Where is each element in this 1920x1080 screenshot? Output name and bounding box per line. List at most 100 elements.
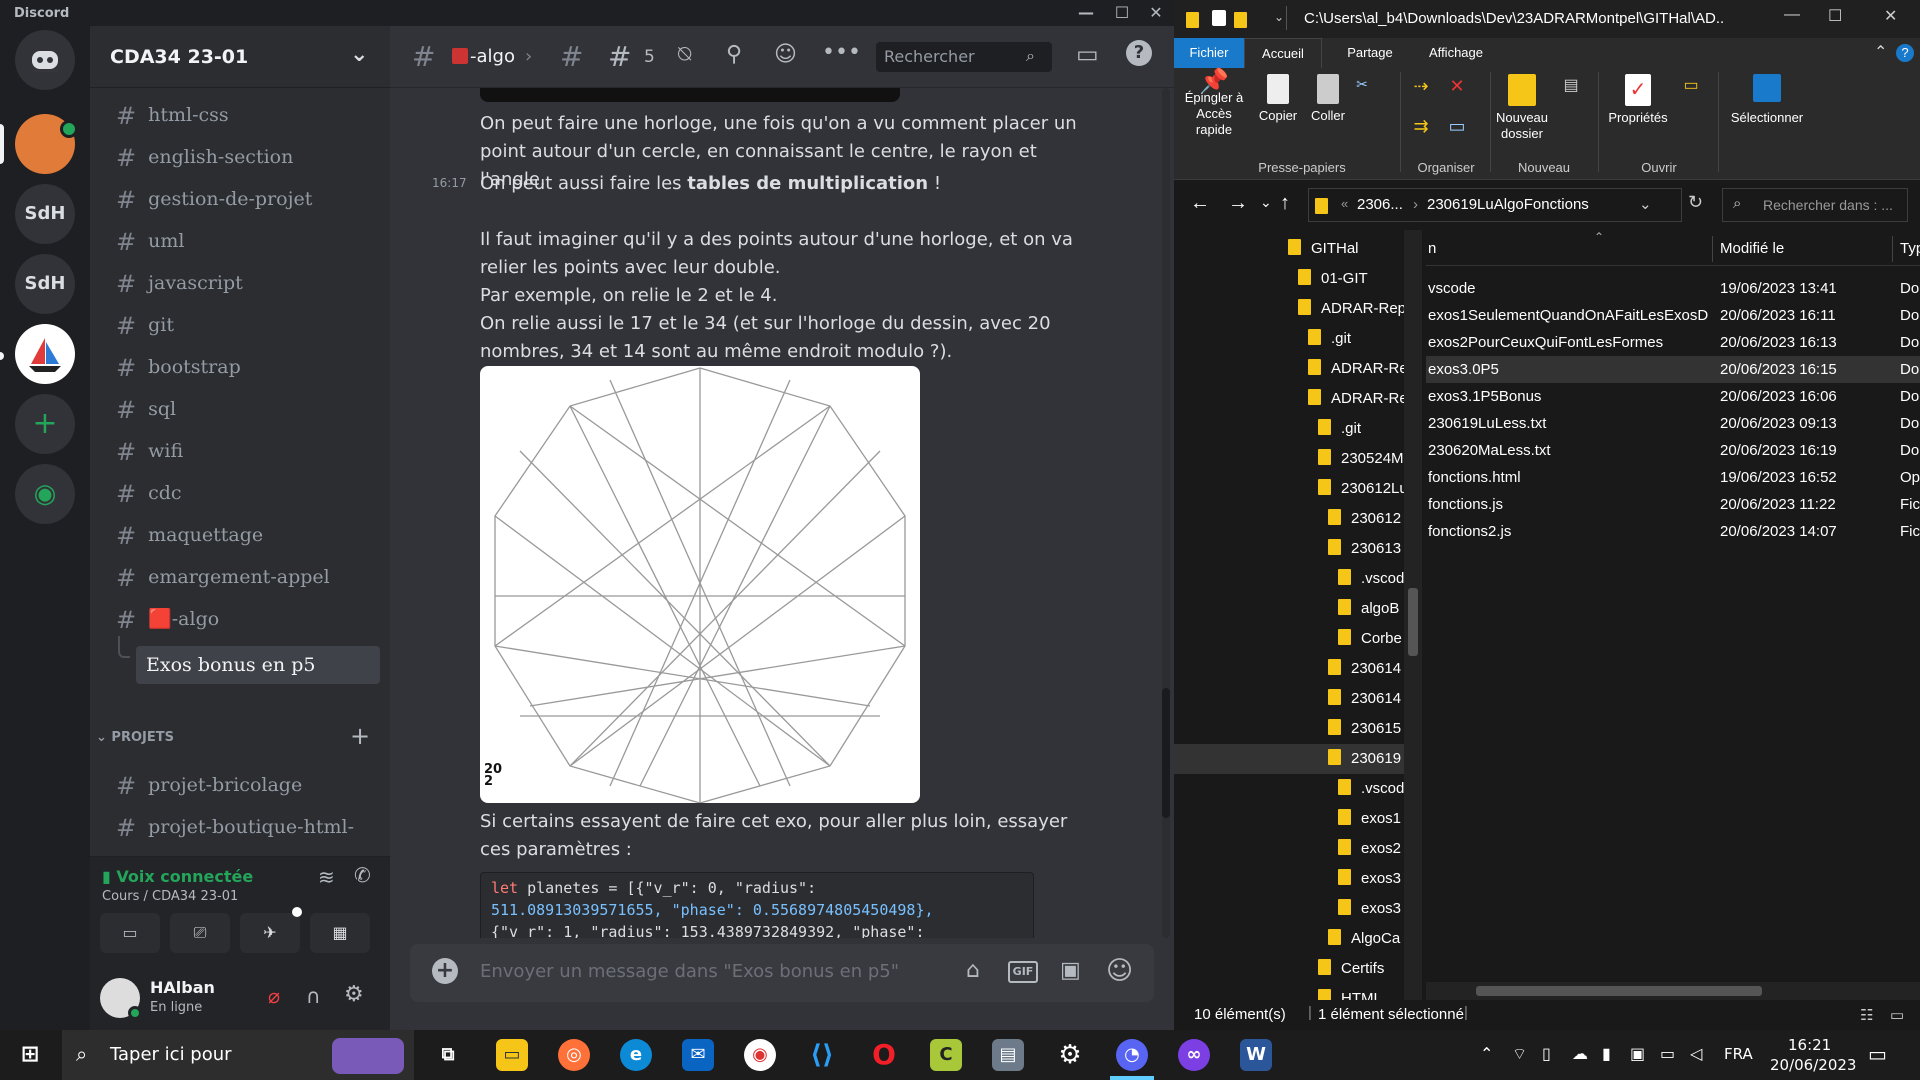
file-row[interactable]: 230620MaLess.txt 20/06/2023 16:19 Do bbox=[1426, 437, 1920, 464]
discord-home-icon[interactable] bbox=[15, 30, 75, 90]
channel-cdc[interactable]: # cdc bbox=[100, 474, 380, 512]
tree-node[interactable]: .vscod bbox=[1338, 564, 1404, 594]
notifications-icon[interactable]: ▭ bbox=[1868, 1042, 1887, 1066]
channel-uml[interactable]: # uml bbox=[100, 222, 380, 260]
tree-node[interactable]: .git bbox=[1308, 324, 1351, 354]
tray-icon[interactable]: ▯ bbox=[1542, 1044, 1551, 1063]
more-options-icon[interactable]: ••• bbox=[822, 40, 861, 65]
paste-button[interactable]: Coller bbox=[1304, 74, 1352, 124]
new-folder-button[interactable]: Nouveau dossier bbox=[1492, 74, 1552, 142]
emoji-icon[interactable]: ☺ bbox=[1106, 956, 1133, 986]
tree-node[interactable]: .vscod bbox=[1338, 774, 1404, 804]
microphone-icon[interactable]: ▮ bbox=[1602, 1044, 1611, 1063]
tab-affichage[interactable]: Affichage bbox=[1410, 38, 1502, 68]
tree-node[interactable]: exos1 bbox=[1338, 804, 1401, 834]
channel-english-section[interactable]: # english-section bbox=[100, 138, 380, 176]
firefox-icon[interactable]: ◎ bbox=[558, 1039, 590, 1071]
message-input[interactable]: Envoyer un message dans "Exos bonus en p… bbox=[480, 961, 899, 982]
edge-icon[interactable]: e bbox=[620, 1039, 652, 1071]
recent-locations-icon[interactable]: ⌄ bbox=[1260, 194, 1272, 211]
scrollbar-thumb[interactable] bbox=[1162, 688, 1170, 818]
channel-gestion-de-projet[interactable]: # gestion-de-projet bbox=[100, 180, 380, 218]
app-icon[interactable]: ∞ bbox=[1178, 1039, 1210, 1071]
threads-icon[interactable]: # bbox=[608, 40, 631, 73]
address-dropdown-icon[interactable]: ⌄ bbox=[1639, 195, 1652, 213]
properties-button[interactable]: ✓ Propriétés bbox=[1602, 74, 1674, 126]
volume-icon[interactable]: ◁ bbox=[1690, 1044, 1702, 1063]
tree-node[interactable]: 230524M bbox=[1318, 444, 1404, 474]
members-icon[interactable]: ☺ bbox=[774, 42, 797, 67]
tree-node[interactable]: algoB bbox=[1338, 594, 1399, 624]
activity-rocket-icon[interactable]: ✈ bbox=[240, 913, 300, 953]
display-icon[interactable]: ▣ bbox=[1630, 1044, 1645, 1063]
headphones-icon[interactable]: ∩ bbox=[306, 984, 321, 1008]
column-type[interactable]: Typ bbox=[1900, 240, 1920, 257]
server-sdh-1[interactable]: SdH bbox=[15, 184, 75, 244]
thread-exos-bonus[interactable]: Exos bonus en p5 bbox=[136, 646, 380, 684]
channel-javascript[interactable]: # javascript bbox=[100, 264, 380, 302]
select-button[interactable]: Sélectionner bbox=[1724, 74, 1810, 126]
new-folder-small-icon[interactable] bbox=[1234, 12, 1247, 28]
windows-start-icon[interactable]: ⊞ bbox=[14, 1039, 46, 1071]
tree-node[interactable]: HTML bbox=[1318, 984, 1382, 1000]
wifi-icon[interactable]: ⌔ bbox=[1512, 1044, 1527, 1064]
channel-html-css[interactable]: # html-css bbox=[100, 96, 380, 134]
tree-node[interactable]: 230614 bbox=[1328, 654, 1401, 684]
new-item-icon[interactable]: ▤ bbox=[1556, 78, 1586, 94]
address-bar[interactable]: « 2306... › 230619LuAlgoFonctions ⌄ bbox=[1308, 188, 1682, 222]
word-icon[interactable]: W bbox=[1240, 1039, 1272, 1071]
screen-share-icon[interactable]: ⎚ bbox=[170, 913, 230, 953]
collapse-ribbon-icon[interactable]: ⌃ bbox=[1874, 42, 1887, 62]
close-icon[interactable]: ✕ bbox=[1884, 6, 1897, 26]
rename-icon[interactable]: ▭ bbox=[1442, 117, 1472, 135]
battery-icon[interactable]: ▭ bbox=[1660, 1044, 1675, 1063]
help-icon[interactable]: ? bbox=[1126, 40, 1152, 66]
soundboard-icon[interactable]: ▦ bbox=[310, 913, 370, 953]
tree-node[interactable]: 230615 bbox=[1328, 714, 1401, 744]
refresh-icon[interactable]: ↻ bbox=[1688, 192, 1703, 213]
file-row[interactable]: fonctions.js 20/06/2023 11:22 Fic bbox=[1426, 491, 1920, 518]
add-channel-icon[interactable]: + bbox=[350, 722, 370, 750]
minimize-icon[interactable]: — bbox=[1072, 2, 1100, 24]
message-composer[interactable]: + Envoyer un message dans "Exos bonus en… bbox=[410, 944, 1154, 1002]
maximize-icon[interactable]: ☐ bbox=[1108, 2, 1136, 24]
file-row-selected[interactable]: exos3.0P5 20/06/2023 16:15 Do bbox=[1426, 356, 1920, 383]
channel-wifi[interactable]: # wifi bbox=[100, 432, 380, 470]
file-row[interactable]: fonctions.html 19/06/2023 16:52 Op bbox=[1426, 464, 1920, 491]
cloud-icon[interactable]: ☁ bbox=[1572, 1044, 1588, 1063]
channel-bootstrap[interactable]: # bootstrap bbox=[100, 348, 380, 386]
channel-maquettage[interactable]: # maquettage bbox=[100, 516, 380, 554]
column-modified[interactable]: Modifié le bbox=[1720, 240, 1784, 257]
server-sailboat-icon[interactable] bbox=[15, 324, 75, 384]
add-server-icon[interactable]: + bbox=[15, 394, 75, 454]
tab-accueil[interactable]: Accueil bbox=[1244, 38, 1322, 68]
file-row[interactable]: 230619LuLess.txt 20/06/2023 09:13 Do bbox=[1426, 410, 1920, 437]
server-sdh-2[interactable]: SdH bbox=[15, 254, 75, 314]
close-icon[interactable]: ✕ bbox=[1142, 2, 1170, 24]
chevron-down-icon[interactable]: ⌄ bbox=[350, 42, 368, 67]
search-input[interactable]: Rechercher ⌕ bbox=[876, 42, 1052, 72]
delete-icon[interactable]: ✕ bbox=[1442, 77, 1472, 95]
taskbar-search-input[interactable]: ⌕ Taper ici pour bbox=[62, 1030, 414, 1080]
file-explorer-icon[interactable]: ▭ bbox=[496, 1039, 528, 1071]
gear-icon[interactable]: ⚙ bbox=[344, 982, 364, 1007]
tree-scrollbar-thumb[interactable] bbox=[1408, 588, 1418, 656]
breadcrumb-segment[interactable]: 2306... bbox=[1357, 196, 1403, 213]
opera-icon[interactable]: O bbox=[868, 1039, 900, 1071]
tree-node[interactable]: 230612Lu bbox=[1318, 474, 1408, 504]
tree-node[interactable]: AlgoCa bbox=[1328, 924, 1400, 954]
tree-node[interactable]: Certifs bbox=[1318, 954, 1384, 984]
mail-icon[interactable]: ✉ bbox=[682, 1039, 714, 1071]
gift-icon[interactable]: ⌂ bbox=[966, 958, 980, 983]
file-row[interactable]: exos3.1P5Bonus 20/06/2023 16:06 Do bbox=[1426, 383, 1920, 410]
settings-gear-icon[interactable]: ⚙ bbox=[1054, 1039, 1086, 1071]
add-attachment-icon[interactable]: + bbox=[432, 958, 458, 984]
copy-to-icon[interactable]: ⇉ bbox=[1406, 117, 1436, 135]
tree-node[interactable]: 230613 bbox=[1328, 534, 1401, 564]
tray-overflow-icon[interactable]: ⌃ bbox=[1480, 1044, 1493, 1063]
tree-node[interactable]: Corbe bbox=[1338, 624, 1402, 654]
forward-icon[interactable]: → bbox=[1228, 192, 1248, 215]
channel-sql[interactable]: # sql bbox=[100, 390, 380, 428]
camera-icon[interactable]: ▭ bbox=[100, 913, 160, 953]
clock-date[interactable]: 20/06/2023 bbox=[1770, 1056, 1856, 1074]
